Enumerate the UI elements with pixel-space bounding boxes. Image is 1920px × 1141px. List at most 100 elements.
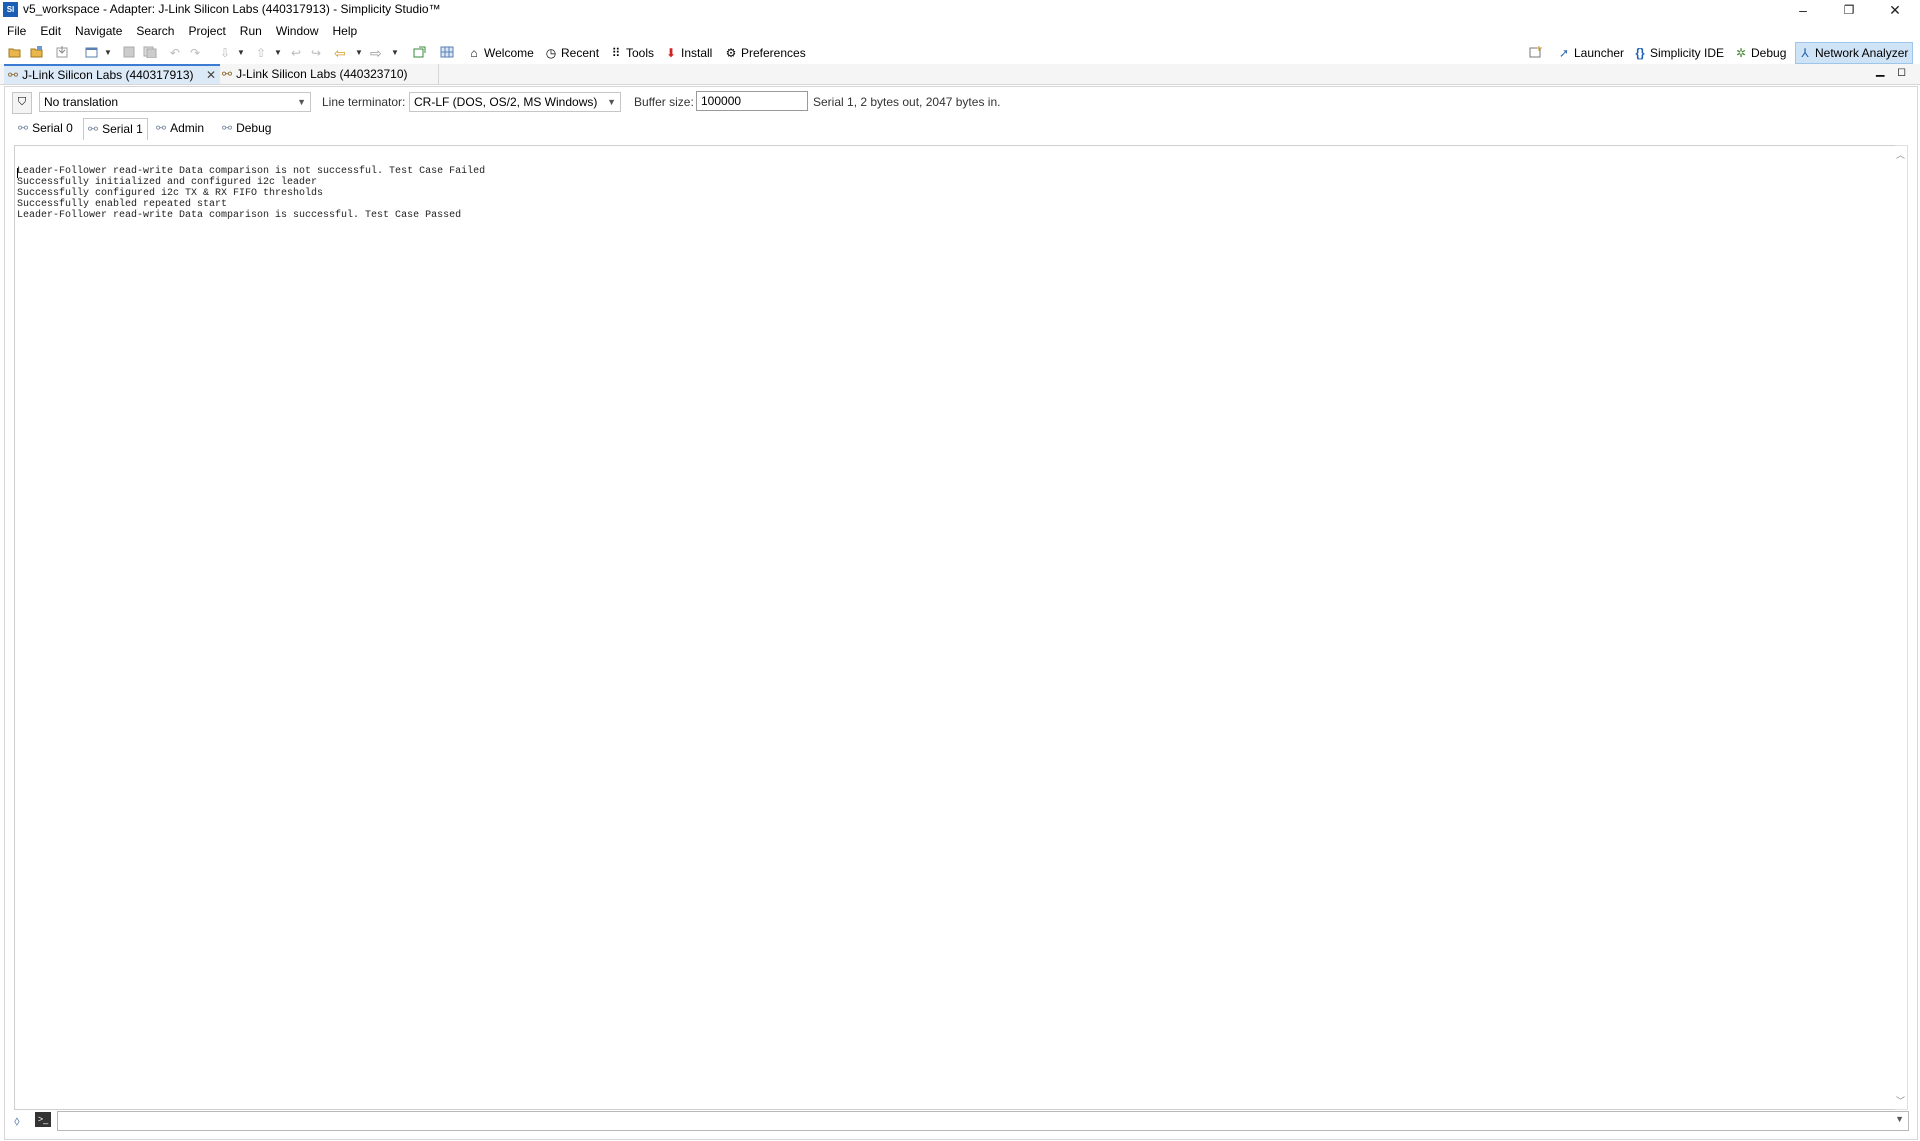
undo-icon[interactable]: ↶ [170,42,180,64]
tab-label: Admin [170,121,205,135]
preferences-button[interactable]: ⚙ Preferences [724,42,806,64]
home-icon: ⌂ [470,46,478,60]
preferences-label: Preferences [741,46,806,60]
welcome-button[interactable]: ⌂ Welcome [467,42,534,64]
window-title: v5_workspace - Adapter: J-Link Silicon L… [23,2,441,16]
send-mode-icon[interactable]: ⬨ [14,1113,20,1129]
tab-serial-1[interactable]: ⚯ Serial 1 [83,118,148,140]
new-dropdown-icon[interactable]: ▼ [104,42,112,64]
app-logo-icon: SI [3,2,18,17]
chevron-down-icon[interactable]: ▼ [1895,1114,1904,1124]
network-analyzer-label: Network Analyzer [1815,46,1909,60]
console-line: Successfully initialized and configured … [17,177,318,188]
menu-edit[interactable]: Edit [33,22,68,41]
debug-perspective-button[interactable]: ✲ Debug [1734,42,1786,64]
menu-bar: File Edit Navigate Search Project Run Window He… [0,22,1920,41]
open-project-icon[interactable] [30,46,44,58]
editor-tab-label: J-Link Silicon Labs (440317913) [22,68,194,82]
install-button[interactable]: ⬇ Install [664,42,712,64]
menu-help[interactable]: Help [326,22,365,41]
tab-debug[interactable]: ⚯ Debug [218,118,275,139]
next-annotation-dropdown-icon[interactable]: ▼ [237,42,245,64]
serial-icon: ⚯ [222,121,233,135]
clock-icon: ◷ [545,46,557,60]
line-terminator-label: Line terminator: [322,95,406,109]
new-window-icon[interactable] [85,46,99,58]
back-dropdown-icon[interactable]: ▼ [355,42,363,64]
minimize-button[interactable]: – [1780,0,1826,20]
last-edit-forward-icon[interactable]: ↪ [311,42,321,64]
serial-icon: ⚯ [156,121,167,135]
simplicity-ide-label: Simplicity IDE [1650,46,1725,60]
tab-serial-0[interactable]: ⚯ Serial 0 [14,118,77,139]
restore-button[interactable]: ❐ [1826,0,1872,20]
back-icon[interactable]: ⇦ [334,42,346,64]
editor-tab-440317913[interactable]: ⚯ J-Link Silicon Labs (440317913) ✕ [4,64,220,84]
scroll-down-icon[interactable]: ﹀ [1896,1094,1905,1107]
console-scrollbar[interactable]: ︿ ﹀ [1895,145,1908,1110]
connection-status: Serial 1, 2 bytes out, 2047 bytes in. [813,95,1001,109]
braces-icon: {} [1635,46,1645,60]
menu-window[interactable]: Window [269,22,326,41]
line-terminator-select[interactable]: CR-LF (DOS, OS/2, MS Windows) ▼ [409,92,621,112]
forward-icon[interactable]: ⇨ [370,42,382,64]
import-icon[interactable] [55,46,69,58]
title-bar: SI v5_workspace - Adapter: J-Link Silico… [0,0,1920,20]
recent-label: Recent [561,46,600,60]
console-line: Leader-Follower read-write Data comparis… [17,166,486,177]
editor-tab-bar: ⚯ J-Link Silicon Labs (440317913) ✕ ⚯ J-Li… [0,64,1920,85]
menu-run[interactable]: Run [233,22,269,41]
forward-dropdown-icon[interactable]: ▼ [391,42,399,64]
chevron-down-icon: ▼ [607,97,616,107]
adapter-icon: ⚯ [222,67,233,81]
scroll-up-icon[interactable]: ︿ [1896,148,1905,161]
simplicity-ide-perspective-button[interactable]: {} Simplicity IDE [1633,42,1724,64]
launcher-perspective-button[interactable]: ➚ Launcher [1557,42,1624,64]
download-icon: ⬇ [665,46,677,60]
grid-view-icon[interactable] [440,46,454,58]
tab-label: Debug [236,121,272,135]
editor-tab-440323710[interactable]: ⚯ J-Link Silicon Labs (440323710) [218,64,439,84]
external-tool-icon[interactable] [413,46,427,58]
recent-button[interactable]: ◷ Recent [544,42,599,64]
network-analyzer-perspective-button[interactable]: ⅄ Network Analyzer [1795,42,1914,64]
tab-admin[interactable]: ⚯ Admin [152,118,208,139]
buffer-size-input[interactable] [696,91,808,111]
clear-console-icon[interactable]: ⛉ [12,92,32,114]
welcome-label: Welcome [484,46,534,60]
next-annotation-icon[interactable]: ⇩ [220,42,230,64]
menu-file[interactable]: File [0,22,33,41]
serial-command-input[interactable]: ▼ [57,1111,1909,1131]
prev-annotation-dropdown-icon[interactable]: ▼ [274,42,282,64]
close-tab-icon[interactable]: ✕ [206,66,216,84]
open-folder-icon[interactable] [8,46,22,58]
last-edit-icon[interactable]: ↩ [291,42,301,64]
console-line: Successfully enabled repeated start [17,199,228,210]
open-perspective-icon[interactable] [1529,46,1543,58]
close-button[interactable]: ✕ [1872,0,1918,20]
serial-console-output[interactable]: Leader-Follower read-write Data comparis… [14,145,1897,1110]
install-label: Install [681,46,713,60]
network-icon: ⅄ [1801,46,1809,60]
redo-icon[interactable]: ↷ [190,42,200,64]
serial-icon: ⚯ [88,122,99,136]
save-all-icon[interactable] [143,46,157,58]
console-line: Leader-Follower read-write Data comparis… [17,210,462,221]
gear-icon: ⚙ [725,46,737,60]
tab-label: Serial 0 [32,121,73,135]
save-icon[interactable] [122,46,136,58]
tools-label: Tools [626,46,655,60]
maximize-view-icon[interactable]: ◻ [1897,65,1906,79]
bug-icon: ✲ [1735,46,1747,60]
translation-select[interactable]: No translation ▼ [39,92,311,112]
tools-button[interactable]: ⠿ Tools [609,42,654,64]
menu-search[interactable]: Search [129,22,181,41]
line-terminator-value: CR-LF (DOS, OS/2, MS Windows) [414,95,598,109]
main-toolbar: ▼ ↶ ↷ ⇩ ▼ ⇧ ▼ ↩ ↪ ⇦ ▼ ⇨ ▼ ⌂ Welcome ◷ Rece… [0,42,1920,64]
terminal-icon[interactable]: >_ [35,1112,51,1127]
minimize-view-icon[interactable]: ▁ [1876,64,1884,78]
serial-icon: ⚯ [18,121,29,135]
prev-annotation-icon[interactable]: ⇧ [256,42,266,64]
menu-project[interactable]: Project [181,22,232,41]
menu-navigate[interactable]: Navigate [68,22,129,41]
